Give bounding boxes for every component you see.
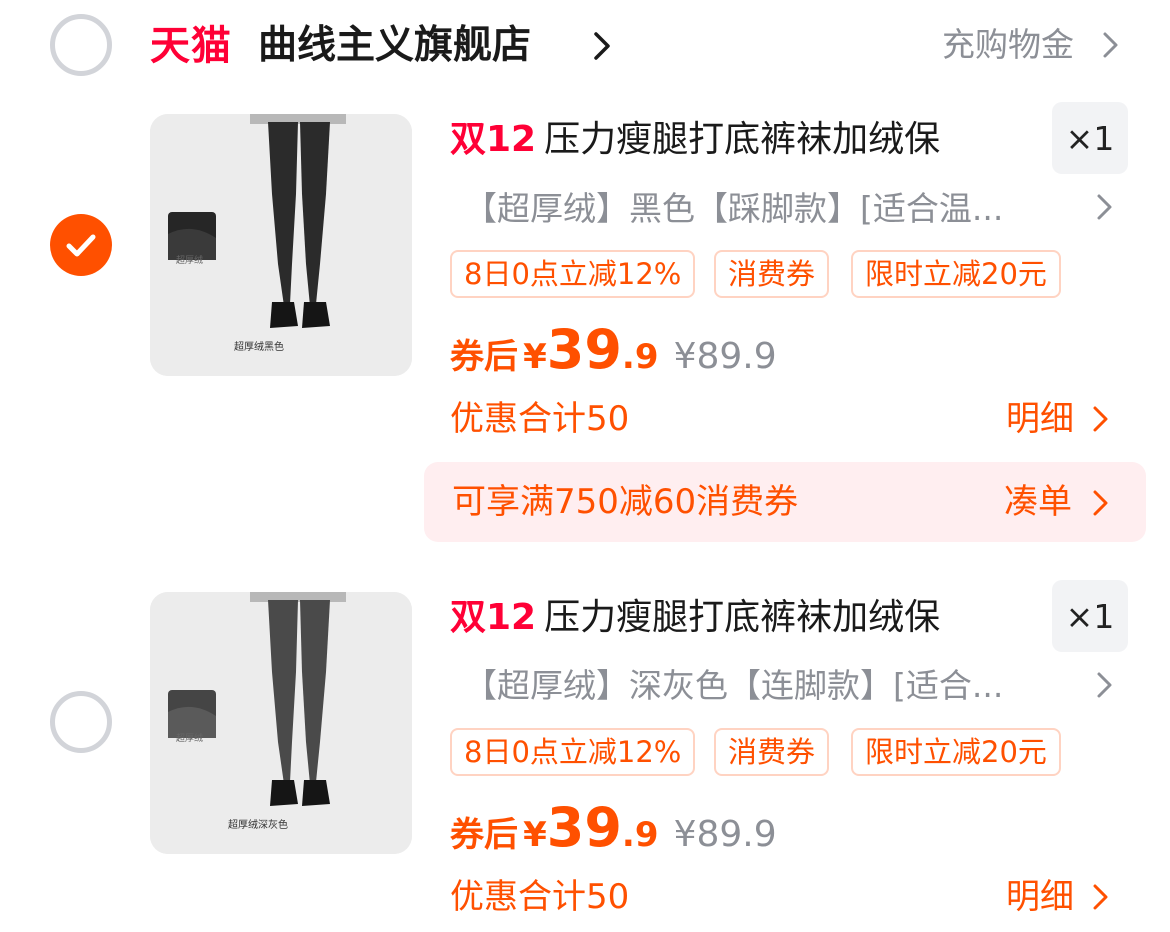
promo-tag-discount: 8日0点立减12% [450, 728, 696, 776]
price-label: 券后 [450, 337, 518, 377]
discount-total: 优惠合计50 [450, 877, 630, 917]
discount-total: 优惠合计50 [450, 399, 630, 439]
product-thumbnail[interactable]: 超厚绒 超厚绒黑色 [150, 114, 412, 376]
quantity-stepper[interactable]: ×1 [1052, 102, 1128, 174]
quantity-stepper[interactable]: ×1 [1052, 580, 1128, 652]
chevron-right-icon[interactable] [1090, 404, 1112, 434]
product-title-text: 压力瘦腿打底裤袜加绒保 [544, 119, 941, 160]
price-decimal: .9 [621, 815, 659, 855]
price-after-coupon: 券后 ¥39.9 ¥89.9 [450, 798, 777, 858]
chevron-right-icon[interactable] [1090, 882, 1112, 912]
original-price: ¥89.9 [673, 814, 777, 855]
store-name[interactable]: 曲线主义旗舰店 [258, 20, 531, 72]
chevron-right-icon[interactable] [1090, 488, 1112, 518]
price-integer: 39 [546, 318, 622, 381]
chevron-right-icon[interactable] [1100, 30, 1122, 60]
original-price: ¥89.9 [673, 336, 777, 377]
sku-selector[interactable]: 【超厚绒】深灰色【连脚款】[适合... [464, 663, 1003, 709]
tmall-logo: 天猫 [150, 23, 232, 69]
thumb-caption: 超厚绒黑色 [234, 340, 284, 353]
chevron-right-icon[interactable] [1094, 192, 1116, 222]
price-integer: 39 [546, 796, 622, 859]
price-decimal: .9 [621, 337, 659, 377]
product-thumbnail[interactable]: 超厚绒 超厚绒深灰色 [150, 592, 412, 854]
promo-tag-limited: 限时立减20元 [851, 250, 1061, 298]
price-after-coupon: 券后 ¥39.9 ¥89.9 [450, 320, 777, 380]
recharge-shopping-gold-link[interactable]: 充购物金 [942, 22, 1074, 68]
promo-tag-discount: 8日0点立减12% [450, 250, 696, 298]
promo-tag-coupon: 消费券 [714, 250, 830, 298]
checkmark-icon [66, 234, 96, 257]
promo-tag: 双12 [450, 119, 537, 160]
chevron-right-icon[interactable] [1094, 670, 1116, 700]
promo-tag-coupon: 消费券 [714, 728, 830, 776]
price-label: 券后 [450, 815, 518, 855]
promo-tag: 双12 [450, 597, 537, 638]
promo-tag-limited: 限时立减20元 [851, 728, 1061, 776]
thumb-badge: 超厚绒 [176, 732, 203, 744]
price-currency: ¥ [523, 337, 547, 377]
store-select-radio[interactable] [50, 14, 112, 76]
chevron-right-icon[interactable] [590, 30, 614, 62]
thumb-caption: 超厚绒深灰色 [228, 818, 288, 831]
product-title-text: 压力瘦腿打底裤袜加绒保 [544, 597, 941, 638]
add-items-link[interactable]: 凑单 [1004, 478, 1072, 526]
sku-selector[interactable]: 【超厚绒】黑色【踩脚款】[适合温... [464, 186, 1003, 232]
detail-link[interactable]: 明细 [1006, 874, 1074, 920]
coupon-bar-text: 可享满750减60消费券 [452, 482, 799, 522]
thumb-badge: 超厚绒 [176, 254, 203, 266]
product-title[interactable]: 双12 压力瘦腿打底裤袜加绒保 [450, 116, 940, 164]
price-currency: ¥ [523, 815, 547, 855]
detail-link[interactable]: 明细 [1006, 396, 1074, 442]
item-select-checkbox[interactable] [50, 691, 112, 753]
product-title[interactable]: 双12 压力瘦腿打底裤袜加绒保 [450, 594, 940, 642]
item-select-checkbox[interactable] [50, 214, 112, 276]
